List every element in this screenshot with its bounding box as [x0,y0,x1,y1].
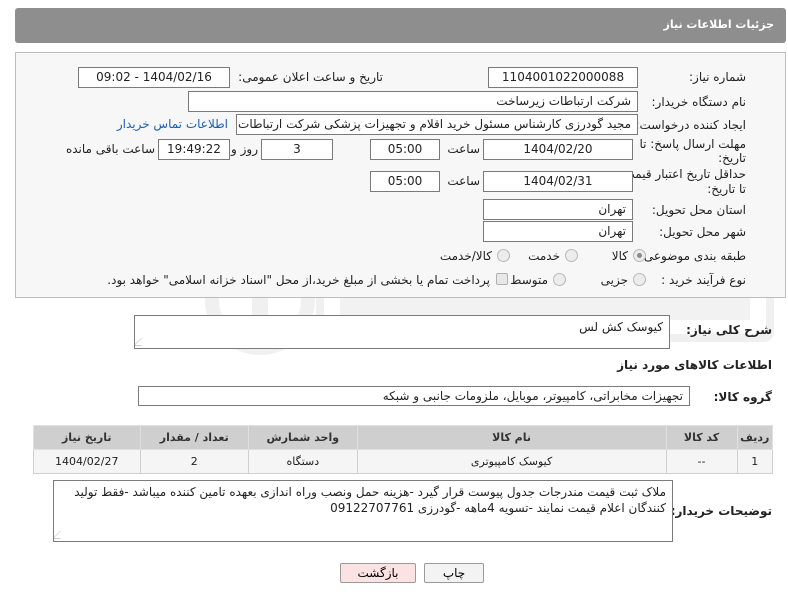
header-bar: جزئیات اطلاعات نیاز [15,8,786,43]
reply-deadline-label: مهلت ارسال پاسخ: تا [639,137,746,151]
price-validity-date-field: 1404/02/31 [483,171,633,192]
cell-code: -- [665,449,738,474]
need-number-field: 1104001022000088 [488,67,638,88]
need-number-label: شماره نیاز: [689,70,746,84]
creator-label: ایجاد کننده درخواست: [635,118,746,132]
announce-label: تاریخ و ساعت اعلان عمومی: [238,70,383,84]
process-radio-minor[interactable] [633,273,646,286]
goods-table: ردیف کد کالا نام کالا واحد شمارش تعداد /… [33,425,774,474]
province-field: تهران [483,199,633,220]
category-radio-service[interactable] [565,249,578,262]
treasury-payment-checkbox[interactable] [496,273,508,285]
price-validity-label: حداقل تاریخ اعتبار قیمت: [619,167,746,181]
buyer-org-field: شرکت ارتباطات زیرساخت [188,91,638,112]
goods-table-header: ردیف کد کالا نام کالا واحد شمارش تعداد /… [33,425,774,450]
resize-handle-icon[interactable] [54,531,68,539]
description-label: شرح کلی نیاز: [686,323,772,337]
announce-datetime-field: 1404/02/16 - 09:02 [78,67,230,88]
col-quantity: تعداد / مقدار [139,425,250,450]
remaining-time-label: ساعت باقی مانده [65,142,155,156]
category-radio-goods[interactable] [633,249,646,262]
col-need-date: تاریخ نیاز [33,425,141,450]
page-title: جزئیات اطلاعات نیاز [663,18,775,31]
process-radio-medium[interactable] [553,273,566,286]
col-row: ردیف [736,425,774,450]
print-button[interactable]: چاپ [424,563,484,583]
days-label: روز و [231,142,258,156]
process-type-label: نوع فرآیند خرید : [661,273,746,287]
remaining-time-field: 19:49:22 [158,139,230,160]
days-remaining-field: 3 [261,139,333,160]
cell-name: کیوسک کامپیوتری [356,449,667,474]
process-option-medium: متوسط [510,273,548,287]
table-row: 1 -- کیوسک کامپیوتری دستگاه 2 1404/02/27 [33,449,774,474]
buyer-contact-link[interactable]: اطلاعات تماس خریدار [117,117,228,131]
back-button[interactable]: بازگشت [340,563,416,583]
province-label: استان محل تحویل: [651,203,746,217]
city-label: شهر محل تحویل: [659,225,746,239]
category-label: طبقه بندی موضوعی: [639,249,746,263]
col-unit: واحد شمارش [248,425,358,450]
price-validity-label-2: تا تاریخ: [707,182,746,196]
cell-quantity: 2 [139,449,250,474]
goods-section-title: اطلاعات کالاهای مورد نیاز [617,358,772,372]
reply-deadline-label-2: تاریخ: [718,151,746,165]
city-field: تهران [483,221,633,242]
category-option-goods-service: کالا/خدمت [439,249,492,263]
category-option-service: خدمت [528,249,560,263]
creator-field: مجید گودرزی کارشناس مسئول خرید اقلام و ت… [236,114,638,135]
treasury-payment-note: پرداخت تمام یا بخشی از مبلغ خرید،از محل … [107,273,490,287]
category-option-goods: کالا [611,249,628,263]
need-details-page: جزئیات اطلاعات نیاز شماره نیاز: 11040010… [0,0,788,598]
reply-time-field: 05:00 [370,139,440,160]
col-code: کد کالا [665,425,738,450]
cell-row: 1 [736,449,774,474]
buyer-notes-textarea: ملاک ثبت قیمت مندرجات جدول پیوست قرار گی… [53,480,673,542]
col-name: نام کالا [356,425,667,450]
resize-handle-icon[interactable] [135,338,149,346]
reply-date-field: 1404/02/20 [483,139,633,160]
cell-need-date: 1404/02/27 [33,449,141,474]
process-option-minor: جزیی [600,273,628,287]
price-time-label: ساعت [447,174,480,188]
reply-time-label: ساعت [447,142,480,156]
buyer-notes-text: ملاک ثبت قیمت مندرجات جدول پیوست قرار گی… [74,485,666,515]
buyer-org-label: نام دستگاه خریدار: [651,95,747,109]
description-textarea: کیوسک کش لس [134,315,670,349]
price-validity-time-field: 05:00 [370,171,440,192]
category-radio-goods-service[interactable] [497,249,510,262]
description-text: کیوسک کش لس [579,320,663,334]
cell-unit: دستگاه [248,449,358,474]
buyer-notes-label: توضیحات خریدار: [670,504,772,518]
goods-group-label: گروه کالا: [713,390,772,404]
goods-group-field: تجهیزات مخابراتی، کامپیوتر، موبایل، ملزو… [138,386,690,406]
